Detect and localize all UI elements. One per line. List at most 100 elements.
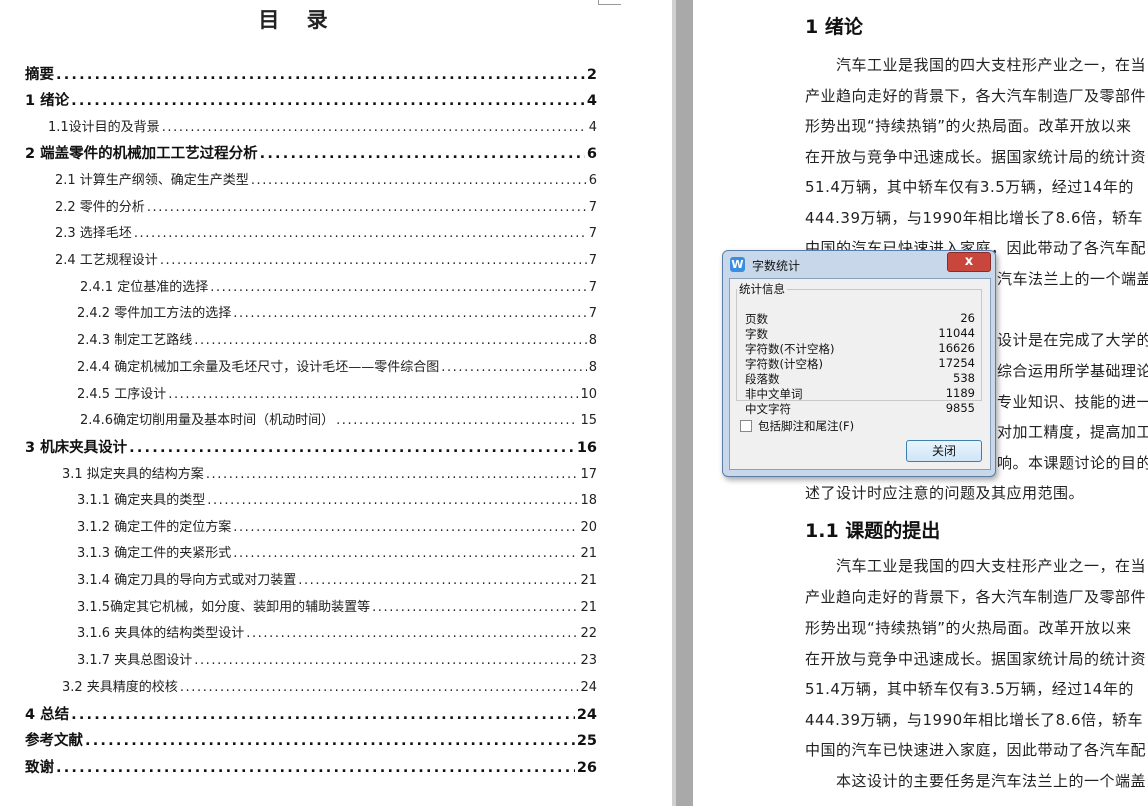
toc-entry-label: 1 绪论 bbox=[25, 89, 69, 110]
toc-entry-page: 20 bbox=[580, 520, 597, 535]
toc-entry-page: 7 bbox=[589, 253, 597, 268]
toc-entry-label: 2.4.4 确定机械加工余量及毛坯尺寸，设计毛坯——零件综合图 bbox=[77, 356, 439, 375]
dialog-close-icon[interactable]: x bbox=[947, 252, 991, 272]
toc-entry-page: 6 bbox=[587, 146, 597, 162]
toc-leader-dots bbox=[372, 600, 578, 615]
stats-group: 统计信息 页数26字数11044字符数(不计空格)16626字符数(计空格)17… bbox=[736, 281, 982, 401]
close-button[interactable]: 关闭 bbox=[906, 440, 982, 462]
stat-value: 538 bbox=[953, 371, 975, 385]
toc-entry[interactable]: 3.1.6 夹具体的结构类型设计22 bbox=[77, 622, 597, 641]
toc-entry[interactable]: 2.4 工艺规程设计 7 bbox=[55, 249, 597, 268]
toc-entry-page: 21 bbox=[580, 573, 597, 588]
toc-entry[interactable]: 3.1 拟定夹具的结构方案 17 bbox=[62, 463, 597, 482]
dialog-title: 字数统计 bbox=[752, 257, 800, 274]
toc-entry-label: 参考文献 bbox=[25, 729, 83, 750]
toc-entry[interactable]: 3.1.7 夹具总图设计23 bbox=[77, 649, 597, 668]
toc-entry-page: 17 bbox=[580, 467, 597, 482]
toc-leader-dots bbox=[71, 93, 585, 109]
toc-leader-dots bbox=[207, 493, 578, 508]
toc-entry[interactable]: 2.4.5 工序设计10 bbox=[77, 383, 597, 402]
toc-entry-page: 21 bbox=[580, 546, 597, 561]
toc-entry-page: 26 bbox=[577, 760, 597, 776]
stat-label: 段落数 bbox=[745, 371, 780, 387]
stat-label: 字符数(不计空格) bbox=[745, 341, 834, 357]
body-text-line: 产业趋向走好的背景下，各大汽车制造厂及零部件 bbox=[805, 586, 1146, 607]
toc-leader-dots bbox=[298, 573, 578, 588]
toc-entry-label: 3 机床夹具设计 bbox=[25, 436, 127, 457]
toc-entry[interactable]: 3.1.3 确定工件的夹紧形式 21 bbox=[77, 542, 597, 561]
toc-leader-dots bbox=[206, 467, 579, 482]
toc-leader-dots bbox=[233, 520, 578, 535]
toc-entry-label: 致谢 bbox=[25, 756, 54, 777]
include-footnotes-option[interactable]: 包括脚注和尾注(F) bbox=[740, 418, 854, 434]
include-footnotes-checkbox[interactable] bbox=[740, 420, 752, 432]
toc-entry[interactable]: 2.4.6确定切削用量及基本时间（机动时间）15 bbox=[80, 409, 597, 428]
body-text-line: 在开放与竞争中迅速成长。据国家统计局的统计资 bbox=[805, 648, 1146, 669]
body-text-line: 51.4万辆，其中轿车仅有3.5万辆，经过14年的 bbox=[805, 678, 1134, 699]
word-count-dialog: W 字数统计 x 统计信息 页数26字数11044字符数(不计空格)16626字… bbox=[722, 250, 996, 477]
toc-entry[interactable]: 2.4.4 确定机械加工余量及毛坯尺寸，设计毛坯——零件综合图8 bbox=[77, 356, 597, 375]
toc-entry[interactable]: 3 机床夹具设计16 bbox=[25, 436, 597, 457]
toc-entry-label: 1.1设计目的及背景 bbox=[48, 116, 160, 135]
body-text-line: 形势出现“持续热销”的火热局面。改革开放以来 bbox=[805, 115, 1132, 136]
toc-leader-dots bbox=[246, 626, 578, 641]
toc-entry-page: 7 bbox=[589, 200, 597, 215]
toc-entry[interactable]: 3.1.2 确定工件的定位方案20 bbox=[77, 516, 597, 535]
toc-leader-dots bbox=[56, 67, 585, 83]
toc-entry-page: 7 bbox=[589, 306, 597, 321]
toc-entry-page: 4 bbox=[587, 93, 597, 109]
toc-entry-label: 3.1 拟定夹具的结构方案 bbox=[62, 463, 204, 482]
body-text-line: 汽车法兰上的一个端盖 bbox=[997, 268, 1148, 289]
toc-entry[interactable]: 3.2 夹具精度的校核24 bbox=[62, 676, 597, 695]
body-text-line: 中国的汽车已快速进入家庭，因此带动了各汽车配 bbox=[805, 739, 1146, 760]
toc-title: 目 录 bbox=[0, 4, 596, 34]
toc-leader-dots bbox=[336, 413, 578, 428]
toc-leader-dots bbox=[251, 173, 587, 188]
body-text-line: 产业趋向走好的背景下，各大汽车制造厂及零部件 bbox=[805, 85, 1146, 106]
toc-leader-dots bbox=[194, 653, 578, 668]
toc-entry-label: 2.2 零件的分析 bbox=[55, 196, 145, 215]
toc-entry[interactable]: 参考文献25 bbox=[25, 729, 597, 750]
toc-entry[interactable]: 致谢 26 bbox=[25, 756, 597, 777]
toc-entry[interactable]: 4 总结24 bbox=[25, 703, 597, 724]
body-text-line: 对加工精度，提高加工 bbox=[997, 421, 1148, 442]
toc-entry[interactable]: 2.4.2 零件加工方法的选择 7 bbox=[77, 302, 597, 321]
toc-entry[interactable]: 摘要2 bbox=[25, 63, 597, 84]
toc-entry-label: 2.3 选择毛坯 bbox=[55, 222, 132, 241]
toc-entry-label: 摘要 bbox=[25, 63, 54, 84]
toc-leader-dots bbox=[194, 333, 587, 348]
toc-entry[interactable]: 2.4.3 制定工艺路线8 bbox=[77, 329, 597, 348]
toc-entry-page: 24 bbox=[577, 707, 597, 723]
toc-entry[interactable]: 2.2 零件的分析 7 bbox=[55, 196, 597, 215]
toc-entry[interactable]: 2.1 计算生产纲领、确定生产类型6 bbox=[55, 169, 597, 188]
stat-value: 17254 bbox=[938, 356, 975, 370]
toc-leader-dots bbox=[233, 306, 587, 321]
toc-entry[interactable]: 3.1.5确定其它机械，如分度、装卸用的辅助装置等21 bbox=[77, 596, 597, 615]
stat-value: 16626 bbox=[938, 341, 975, 355]
toc-entry-page: 4 bbox=[589, 120, 597, 135]
toc-entry-label: 3.1.3 确定工件的夹紧形式 bbox=[77, 542, 231, 561]
toc-entry-page: 18 bbox=[580, 493, 597, 508]
body-text-line: 444.39万辆，与1990年相比增长了8.6倍，轿车 bbox=[805, 207, 1143, 228]
body-text-line: 形势出现“持续热销”的火热局面。改革开放以来 bbox=[805, 617, 1132, 638]
stat-value: 9855 bbox=[946, 401, 975, 415]
stat-value: 1189 bbox=[946, 386, 975, 400]
toc-entry[interactable]: 2.4.1 定位基准的选择7 bbox=[80, 276, 597, 295]
toc-entry[interactable]: 2.3 选择毛坯 7 bbox=[55, 222, 597, 241]
toc-entry[interactable]: 1 绪论 4 bbox=[25, 89, 597, 110]
body-text-line: 汽车工业是我国的四大支柱形产业之一，在当 bbox=[836, 555, 1146, 576]
toc-entry-page: 7 bbox=[589, 226, 597, 241]
stats-group-label: 统计信息 bbox=[737, 281, 787, 297]
stat-label: 页数 bbox=[745, 311, 768, 327]
toc-entry-label: 2.4.2 零件加工方法的选择 bbox=[77, 302, 231, 321]
toc-entry[interactable]: 3.1.1 确定夹具的类型18 bbox=[77, 489, 597, 508]
toc-entry[interactable]: 3.1.4 确定刀具的导向方式或对刀装置21 bbox=[77, 569, 597, 588]
toc-leader-dots bbox=[441, 360, 587, 375]
toc-leader-dots bbox=[147, 200, 587, 215]
body-text-line: 本这设计的主要任务是汽车法兰上的一个端盖 bbox=[836, 770, 1146, 791]
toc-entry-label: 2.4 工艺规程设计 bbox=[55, 249, 158, 268]
page-corner-mark bbox=[598, 0, 621, 5]
dialog-titlebar[interactable]: W 字数统计 x bbox=[723, 251, 995, 277]
toc-entry[interactable]: 2 端盖零件的机械加工工艺过程分析6 bbox=[25, 142, 597, 163]
toc-entry[interactable]: 1.1设计目的及背景 4 bbox=[48, 116, 597, 135]
